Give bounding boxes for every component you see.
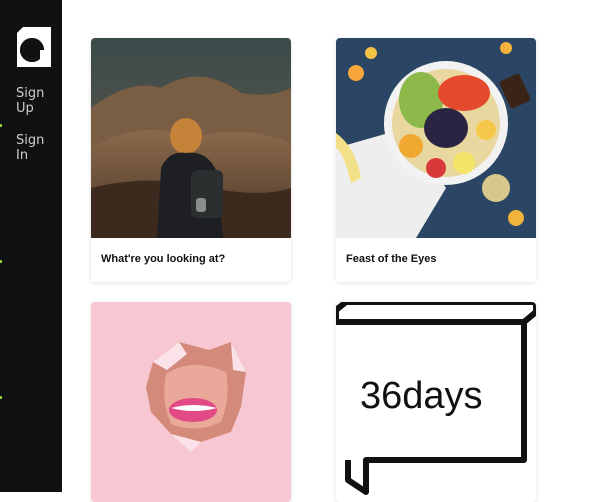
sign-up-link[interactable]: Sign Up: [16, 86, 44, 116]
project-image-fruit-bowl: [336, 38, 536, 238]
project-title: Feast of the Eyes: [346, 253, 437, 265]
project-card[interactable]: [91, 302, 291, 502]
project-card[interactable]: Feast of the Eyes: [336, 38, 536, 282]
accent-marker: [0, 124, 2, 127]
project-image-mountain-hiker: [91, 38, 291, 238]
36days-text: 36days: [360, 375, 483, 417]
accent-marker: [0, 396, 2, 399]
sign-up-line1: Sign: [16, 86, 45, 101]
logo-icon[interactable]: [11, 27, 51, 67]
sign-up-line2: Up: [16, 101, 34, 116]
sign-in-line1: Sign: [16, 133, 45, 148]
project-image-36days: 36days: [336, 302, 536, 502]
project-card[interactable]: What're you looking at?: [91, 38, 291, 282]
sign-in-link[interactable]: Sign In: [16, 133, 44, 163]
accent-marker: [0, 260, 2, 263]
project-title: What're you looking at?: [101, 253, 226, 265]
sidebar: Sign Up Sign In: [0, 0, 62, 492]
project-image-torn-paper-lips: [91, 302, 291, 502]
sign-in-line2: In: [16, 148, 29, 163]
project-card[interactable]: 36days: [336, 302, 536, 502]
